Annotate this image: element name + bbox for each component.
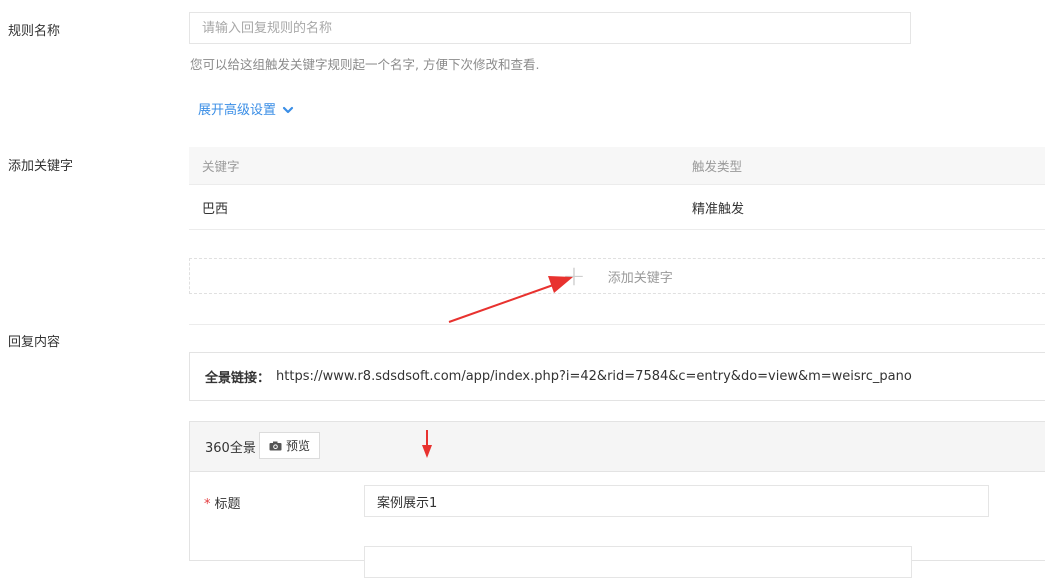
panorama-link-label: 全景链接： [205,371,271,386]
panorama-link-box: 全景链接： https://www.r8.sdsdsoft.com/app/in… [189,352,1045,401]
add-keyword-label: 添加关键字 [8,159,74,174]
title-label-text: 标题 [214,497,241,512]
preview-button[interactable]: 预览 [259,432,321,459]
add-keyword-button-label: 添加关键字 [607,270,673,286]
camera-icon [269,441,282,450]
column-keyword: 关键字 [202,159,240,174]
title-input[interactable] [364,485,989,517]
reply-content-label: 回复内容 [8,335,61,350]
preview-button-label: 预览 [286,439,311,453]
plus-icon: + [562,259,586,292]
title-field-label: * 标题 [204,493,241,512]
column-trigger-type: 触发类型 [692,159,743,174]
advanced-settings-toggle[interactable]: 展开高级设置 [198,99,294,118]
panorama-panel-header: 360全景 预览 [190,422,1045,472]
section-divider [189,324,1045,325]
add-keyword-button[interactable]: + 添加关键字 [189,258,1045,294]
panorama-panel-title: 360全景 [205,441,256,456]
keyword-cell: 巴西 [202,201,229,217]
rule-name-help: 您可以给这组触发关键字规则起一个名字, 方便下次修改和查看. [190,57,540,72]
table-row[interactable]: 巴西 精准触发 [189,185,1045,230]
next-field-input[interactable] [364,546,912,578]
advanced-settings-label: 展开高级设置 [198,103,277,118]
trigger-type-cell: 精准触发 [692,201,745,217]
required-star: * [204,497,211,512]
rule-name-label: 规则名称 [8,24,61,39]
chevron-down-icon [283,106,294,114]
rule-name-input[interactable] [189,12,911,44]
keyword-table-header: 关键字 触发类型 [189,147,1045,185]
keyword-table: 关键字 触发类型 巴西 精准触发 [189,147,1045,230]
panorama-link-url[interactable]: https://www.r8.sdsdsoft.com/app/index.ph… [276,369,912,384]
